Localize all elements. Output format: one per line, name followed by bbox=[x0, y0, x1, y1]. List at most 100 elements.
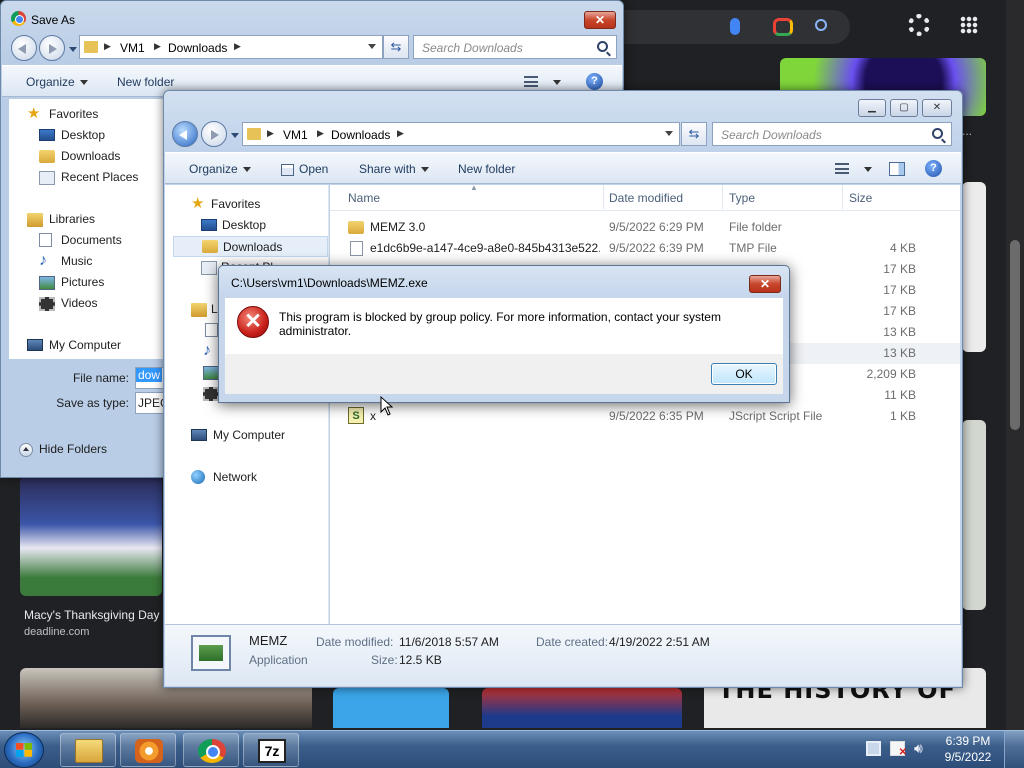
close-button[interactable]: ✕ bbox=[922, 99, 952, 117]
views-icon[interactable] bbox=[835, 163, 849, 174]
breadcrumb-item[interactable]: Downloads bbox=[168, 41, 227, 55]
hide-folders-button[interactable]: Hide Folders bbox=[19, 442, 107, 457]
file-row[interactable]: MEMZ 3.0 9/5/2022 6:29 PM File folder bbox=[330, 217, 960, 238]
nav-my-computer[interactable]: My Computer bbox=[191, 428, 285, 442]
column-name[interactable]: Name bbox=[348, 191, 380, 205]
views-dropdown-icon[interactable] bbox=[553, 80, 561, 85]
image-result-thumbnail[interactable] bbox=[333, 688, 449, 728]
column-date-modified[interactable]: Date modified bbox=[609, 191, 683, 205]
scrollbar-thumb[interactable] bbox=[1010, 240, 1020, 430]
image-result-caption[interactable]: Macy's Thanksgiving Day bbox=[24, 608, 159, 622]
forward-button[interactable] bbox=[39, 35, 65, 61]
page-scrollbar[interactable] bbox=[1006, 0, 1024, 730]
chevron-right-icon[interactable]: ▶ bbox=[234, 41, 241, 52]
organize-menu[interactable]: Organize bbox=[189, 162, 251, 176]
nav-libraries[interactable]: Libraries bbox=[27, 212, 95, 227]
refresh-button[interactable]: ⇆ bbox=[681, 122, 707, 146]
search-icon[interactable] bbox=[932, 128, 943, 139]
nav-music[interactable]: ♪ Music bbox=[39, 253, 92, 269]
column-size[interactable]: Size bbox=[849, 191, 872, 205]
column-divider[interactable] bbox=[842, 185, 843, 209]
back-button[interactable] bbox=[11, 35, 37, 61]
organize-menu[interactable]: Organize bbox=[26, 75, 88, 89]
search-bar[interactable] bbox=[600, 10, 850, 44]
column-divider[interactable] bbox=[603, 185, 604, 209]
recent-pages-dropdown[interactable] bbox=[231, 133, 239, 138]
start-button[interactable] bbox=[4, 732, 44, 768]
nav-libraries[interactable]: L bbox=[191, 302, 218, 317]
new-folder-button[interactable]: New folder bbox=[458, 162, 515, 176]
nav-my-computer[interactable]: My Computer bbox=[27, 338, 121, 352]
preview-pane-icon[interactable] bbox=[889, 162, 905, 176]
help-icon[interactable]: ? bbox=[925, 160, 942, 177]
address-dropdown-icon[interactable] bbox=[665, 131, 673, 136]
views-dropdown-icon[interactable] bbox=[864, 167, 872, 172]
chevron-right-icon[interactable]: ▶ bbox=[267, 128, 274, 139]
clock-date[interactable]: 9/5/2022 bbox=[938, 750, 998, 764]
taskbar-7zip[interactable]: 7z bbox=[243, 733, 299, 767]
new-folder-button[interactable]: New folder bbox=[117, 75, 174, 89]
pictures-icon[interactable] bbox=[203, 366, 219, 380]
nav-favorites[interactable]: ★ Favorites bbox=[27, 106, 98, 121]
videos-icon[interactable] bbox=[203, 387, 219, 401]
google-lens-icon[interactable] bbox=[773, 18, 793, 36]
breadcrumb-item[interactable]: VM1 bbox=[283, 128, 308, 142]
address-dropdown-icon[interactable] bbox=[368, 44, 376, 49]
microphone-icon[interactable] bbox=[730, 18, 740, 35]
forward-button[interactable] bbox=[201, 121, 227, 147]
column-type[interactable]: Type bbox=[729, 191, 755, 205]
ok-button[interactable]: OK bbox=[711, 363, 777, 385]
file-row[interactable]: e1dc6b9e-a147-4ce9-a8e0-845b4313e522... 9… bbox=[330, 238, 960, 259]
taskbar-media-player[interactable] bbox=[120, 733, 176, 767]
search-icon[interactable] bbox=[815, 19, 827, 31]
chevron-right-icon[interactable]: ▶ bbox=[317, 128, 324, 139]
breadcrumb-item[interactable]: Downloads bbox=[331, 128, 390, 142]
nav-desktop[interactable]: Desktop bbox=[39, 128, 105, 142]
nav-documents[interactable]: Documents bbox=[39, 233, 122, 247]
nav-pictures[interactable]: Pictures bbox=[39, 275, 104, 290]
address-bar[interactable]: ▶ VM1 ▶ Downloads ▶ bbox=[242, 122, 680, 146]
volume-icon[interactable]: 🔊︎ bbox=[914, 741, 929, 756]
dialog-close-button[interactable]: ✕ bbox=[749, 275, 781, 293]
taskbar-windows-explorer[interactable] bbox=[60, 733, 116, 767]
music-icon[interactable]: ♪ bbox=[203, 343, 219, 359]
nav-desktop[interactable]: Desktop bbox=[201, 218, 266, 232]
nav-downloads[interactable]: Downloads bbox=[173, 236, 328, 257]
close-button[interactable]: ✕ bbox=[584, 11, 616, 29]
file-row[interactable]: Sx 9/5/2022 6:35 PM JScript Script File 1 K… bbox=[330, 406, 960, 427]
chevron-right-icon[interactable]: ▶ bbox=[154, 41, 161, 52]
help-icon[interactable]: ? bbox=[586, 73, 603, 90]
network-tray-icon[interactable] bbox=[866, 741, 881, 756]
column-divider[interactable] bbox=[722, 185, 723, 209]
maximize-button[interactable]: ▢ bbox=[890, 99, 918, 117]
taskbar-chrome[interactable] bbox=[183, 733, 239, 767]
image-result-thumbnail[interactable] bbox=[962, 420, 986, 610]
chevron-right-icon[interactable]: ▶ bbox=[104, 41, 111, 52]
search-input[interactable]: Search Downloads bbox=[712, 122, 952, 146]
image-result-thumbnail[interactable] bbox=[962, 182, 986, 352]
open-button[interactable]: Open bbox=[281, 162, 328, 176]
breadcrumb-item[interactable]: VM1 bbox=[120, 41, 145, 55]
views-icon[interactable] bbox=[524, 76, 538, 87]
minimize-button[interactable]: ▁ bbox=[858, 99, 886, 117]
documents-icon[interactable] bbox=[205, 323, 218, 337]
chevron-right-icon[interactable]: ▶ bbox=[397, 128, 404, 139]
clock-time[interactable]: 6:39 PM bbox=[938, 734, 998, 748]
settings-gear-icon[interactable] bbox=[908, 14, 930, 36]
search-input[interactable]: Search Downloads bbox=[413, 35, 617, 59]
share-with-menu[interactable]: Share with bbox=[359, 162, 429, 176]
nav-downloads[interactable]: Downloads bbox=[39, 149, 120, 163]
apps-grid-icon[interactable] bbox=[960, 16, 978, 34]
nav-videos[interactable]: Videos bbox=[39, 296, 97, 311]
nav-favorites[interactable]: ★ Favorites bbox=[191, 196, 260, 211]
recent-pages-dropdown[interactable] bbox=[69, 47, 77, 52]
action-center-flag-icon[interactable] bbox=[890, 741, 907, 758]
address-bar[interactable]: ▶ VM1 ▶ Downloads ▶ bbox=[79, 35, 383, 59]
refresh-button[interactable]: ⇆ bbox=[383, 35, 409, 59]
back-button[interactable] bbox=[172, 121, 198, 147]
image-result-thumbnail[interactable] bbox=[482, 688, 682, 728]
show-desktop-button[interactable] bbox=[1004, 731, 1024, 768]
search-icon[interactable] bbox=[597, 41, 608, 52]
nav-recent-places[interactable]: Recent Places bbox=[39, 170, 138, 185]
nav-network[interactable]: Network bbox=[191, 470, 257, 484]
